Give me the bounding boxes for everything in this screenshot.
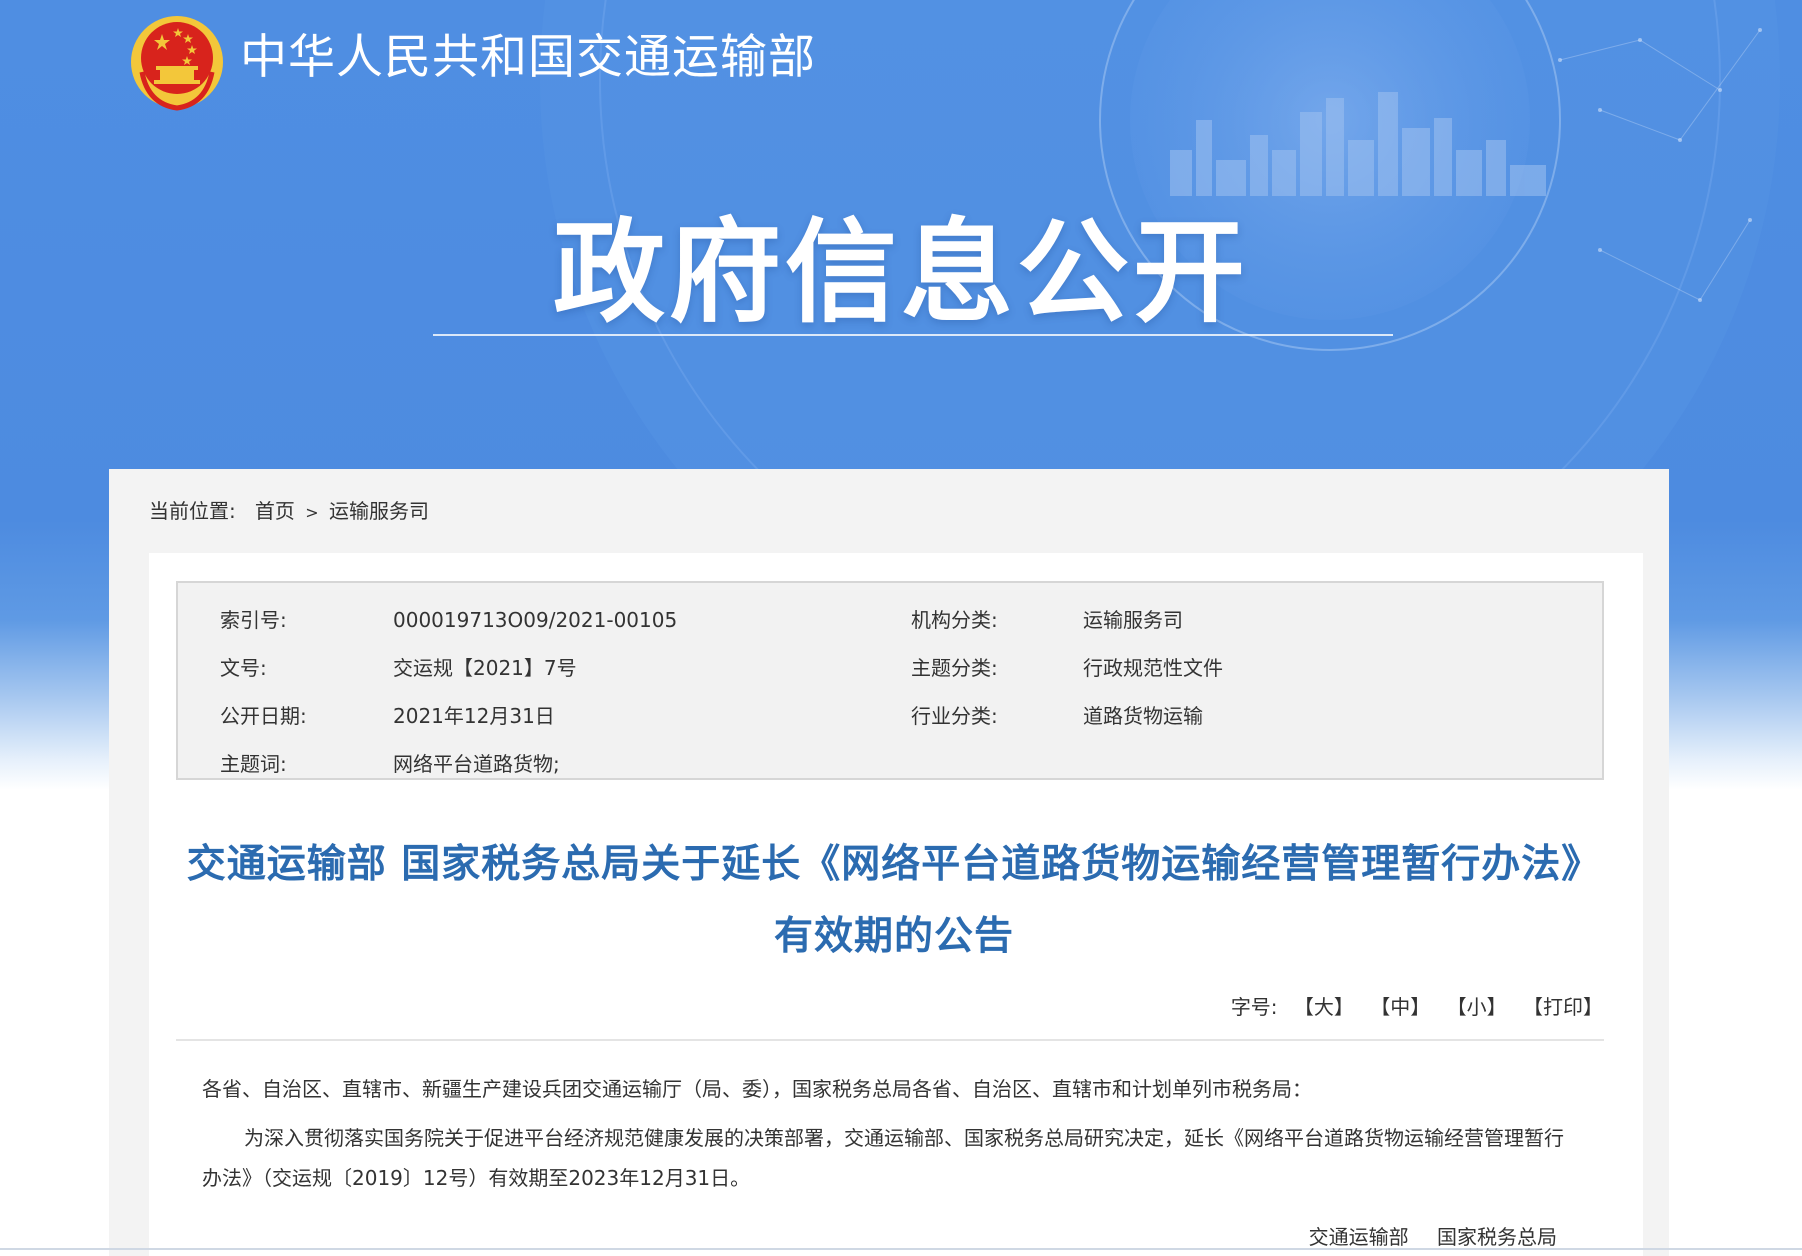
- publish-date-value: 2021年12月31日: [393, 704, 555, 728]
- metadata-row: 公开日期: 2021年12月31日 行业分类: 道路货物运输: [178, 701, 1602, 731]
- index-number-label: 索引号:: [220, 608, 287, 632]
- metadata-row: 文号: 交运规【2021】7号 主题分类: 行政规范性文件: [178, 653, 1602, 683]
- article-content: 索引号: 000019713O09/2021-00105 机构分类: 运输服务司…: [149, 553, 1643, 1256]
- breadcrumb-home-link[interactable]: 首页: [255, 499, 295, 523]
- breadcrumb-label: 当前位置:: [149, 499, 236, 523]
- document-number-label: 文号:: [220, 656, 267, 680]
- main-panel: 当前位置: 首页 > 运输服务司 索引号: 000019713O09/2021-…: [109, 469, 1669, 1256]
- metadata-row: 索引号: 000019713O09/2021-00105 机构分类: 运输服务司: [178, 605, 1602, 635]
- font-size-tools: 字号: 【大】 【中】 【小】 【打印】: [1231, 993, 1603, 1021]
- keywords-label: 主题词:: [220, 752, 287, 776]
- banner-underline: [433, 334, 1393, 336]
- signature-ministry: 交通运输部: [1308, 1225, 1409, 1249]
- metadata-table: 索引号: 000019713O09/2021-00105 机构分类: 运输服务司…: [176, 581, 1604, 780]
- topic-category-value: 行政规范性文件: [1083, 656, 1223, 680]
- organization-category-value: 运输服务司: [1083, 608, 1183, 632]
- industry-category-value: 道路货物运输: [1083, 704, 1203, 728]
- bottom-divider: [0, 1248, 1802, 1250]
- font-size-label: 字号:: [1230, 995, 1278, 1019]
- national-emblem-icon[interactable]: [128, 12, 226, 112]
- industry-category-label: 行业分类:: [911, 704, 998, 728]
- font-small-button[interactable]: 【小】: [1447, 995, 1507, 1019]
- breadcrumb: 当前位置: 首页 > 运输服务司: [149, 497, 429, 527]
- topic-category-label: 主题分类:: [911, 656, 998, 680]
- document-title: 交通运输部 国家税务总局关于延长《网络平台道路货物运输经营管理暂行办法》有效期的…: [186, 842, 1602, 959]
- organization-category-label: 机构分类:: [911, 608, 998, 632]
- breadcrumb-transport-service-link[interactable]: 运输服务司: [329, 499, 429, 523]
- keywords-value: 网络平台道路货物;: [393, 752, 560, 776]
- signature: 交通运输部 国家税务总局: [1309, 1223, 1557, 1251]
- site-name[interactable]: 中华人民共和国交通运输部: [240, 26, 816, 90]
- index-number-value: 000019713O09/2021-00105: [393, 608, 678, 632]
- divider: [176, 1039, 1604, 1041]
- body-paragraph: 为深入贯彻落实国务院关于促进平台经济规范健康发展的决策部署，交通运输部、国家税务…: [202, 1126, 1564, 1190]
- breadcrumb-separator: >: [305, 503, 319, 522]
- publish-date-label: 公开日期:: [220, 704, 307, 728]
- addressee-paragraph: 各省、自治区、直辖市、新疆生产建设兵团交通运输厅（局、委），国家税务总局各省、自…: [202, 1077, 1312, 1101]
- print-button[interactable]: 【打印】: [1523, 995, 1603, 1019]
- font-large-button[interactable]: 【大】: [1294, 995, 1354, 1019]
- metadata-row: 主题词: 网络平台道路货物;: [178, 749, 1602, 779]
- font-medium-button[interactable]: 【中】: [1370, 995, 1430, 1019]
- document-number-value: 交运规【2021】7号: [393, 656, 577, 680]
- banner-title: 政府信息公开: [553, 208, 1249, 338]
- signature-tax-bureau: 国家税务总局: [1437, 1225, 1557, 1249]
